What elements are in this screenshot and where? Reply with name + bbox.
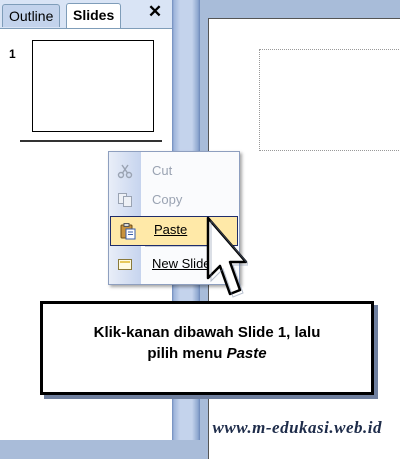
pane-tab-strip: Outline Slides ✕ (0, 0, 172, 29)
new-slide-icon (117, 256, 133, 272)
close-icon[interactable]: ✕ (145, 2, 165, 22)
menu-item-label: Copy (152, 192, 183, 207)
copy-icon (117, 192, 133, 208)
caption-line-2-prefix: pilih menu (147, 345, 227, 362)
instruction-caption: Klik-kanan dibawah Slide 1, lalu pilih m… (40, 301, 374, 395)
caption-emphasis: Paste (226, 345, 267, 362)
menu-item-label: Cut (152, 163, 173, 178)
tab-outline[interactable]: Outline (2, 4, 61, 27)
tab-slides[interactable]: Slides (66, 3, 122, 28)
menu-item-copy[interactable]: Copy (109, 187, 239, 213)
menu-item-label: Paste (154, 222, 188, 237)
insertion-line (20, 140, 162, 142)
scissors-icon (117, 163, 133, 179)
title-placeholder[interactable] (259, 49, 400, 151)
caption-line-2: pilih menu Paste (43, 345, 371, 362)
caption-line-1: Klik-kanan dibawah Slide 1, lalu (93, 324, 321, 341)
slide-thumbnail[interactable] (32, 40, 154, 132)
menu-item-cut[interactable]: Cut (109, 158, 239, 184)
watermark: www.m-edukasi.web.id (212, 418, 382, 437)
mouse-cursor-icon (198, 216, 251, 306)
slide-number: 1 (9, 47, 16, 61)
clipboard-paste-icon (119, 222, 136, 240)
